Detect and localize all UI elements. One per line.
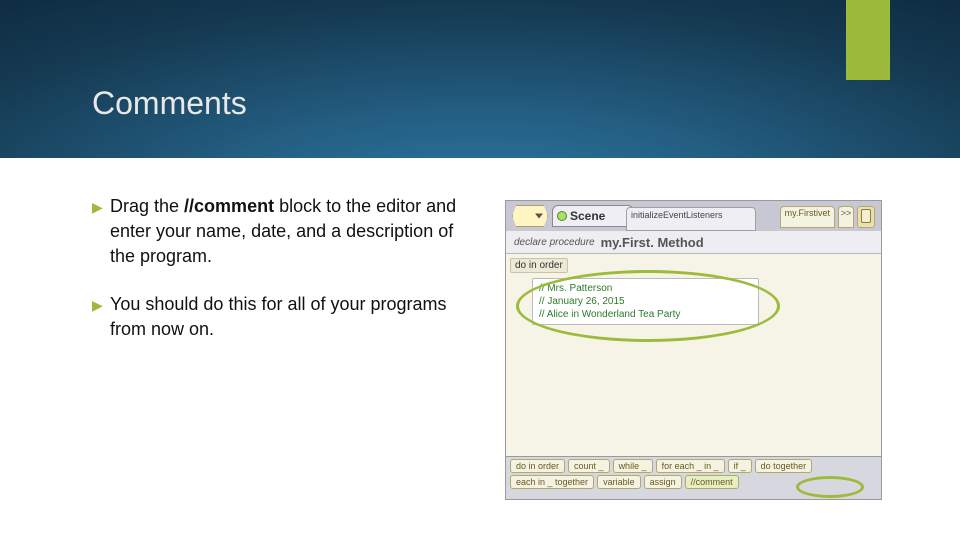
bullet-list: ▶ Drag the //comment block to the editor… <box>92 194 462 364</box>
bullet-arrow-icon: ▶ <box>92 198 110 218</box>
tab-bar: Scene initializeEventListeners my.Firsti… <box>506 201 881 232</box>
method-tab[interactable]: my.Firstivet <box>780 206 835 228</box>
scene-tab-label: Scene <box>570 209 605 223</box>
palette-chip[interactable]: do in order <box>510 459 565 473</box>
accent-block <box>846 0 890 80</box>
init-listeners-tab[interactable]: initializeEventListeners <box>626 207 756 231</box>
declaration-bar: declare procedure my.First. Method <box>506 231 881 254</box>
declare-label: declare procedure <box>514 237 595 248</box>
palette-chip[interactable]: assign <box>644 475 682 489</box>
alice-editor-screenshot: Scene initializeEventListeners my.Firsti… <box>505 200 882 500</box>
palette-chip[interactable]: variable <box>597 475 641 489</box>
next-tab-button[interactable]: >> <box>838 206 854 228</box>
palette-chip[interactable]: if _ <box>728 459 752 473</box>
class-selector-hex[interactable] <box>512 205 548 227</box>
method-name: my.First. Method <box>601 235 704 250</box>
palette-chip[interactable]: each in _ together <box>510 475 594 489</box>
palette-chip[interactable]: while _ <box>613 459 653 473</box>
comment-block[interactable]: // Mrs. Patterson // January 26, 2015 //… <box>532 278 759 325</box>
palette-chip[interactable]: for each _ in _ <box>656 459 725 473</box>
bullet-text: You should do this for all of your progr… <box>110 292 462 342</box>
clipboard-icon[interactable] <box>857 206 875 228</box>
scene-dot-icon <box>557 211 567 221</box>
title-banner: Comments <box>0 0 960 158</box>
bullet-arrow-icon: ▶ <box>92 296 110 316</box>
slide-title: Comments <box>92 85 247 122</box>
block-palette: do in order count _ while _ for each _ i… <box>506 456 881 499</box>
comment-line: // Mrs. Patterson <box>533 282 758 295</box>
do-in-order-block[interactable]: do in order <box>510 258 568 273</box>
bullet-item: ▶ Drag the //comment block to the editor… <box>92 194 462 270</box>
comment-line: // January 26, 2015 <box>533 295 758 308</box>
comment-palette-chip[interactable]: //comment <box>685 475 739 489</box>
palette-chip[interactable]: count _ <box>568 459 610 473</box>
comment-line: // Alice in Wonderland Tea Party <box>533 308 758 321</box>
bullet-item: ▶ You should do this for all of your pro… <box>92 292 462 342</box>
scene-tab[interactable]: Scene <box>552 205 634 227</box>
palette-chip[interactable]: do together <box>755 459 813 473</box>
code-canvas[interactable]: do in order // Mrs. Patterson // January… <box>506 253 881 461</box>
bullet-text: Drag the //comment block to the editor a… <box>110 194 462 270</box>
